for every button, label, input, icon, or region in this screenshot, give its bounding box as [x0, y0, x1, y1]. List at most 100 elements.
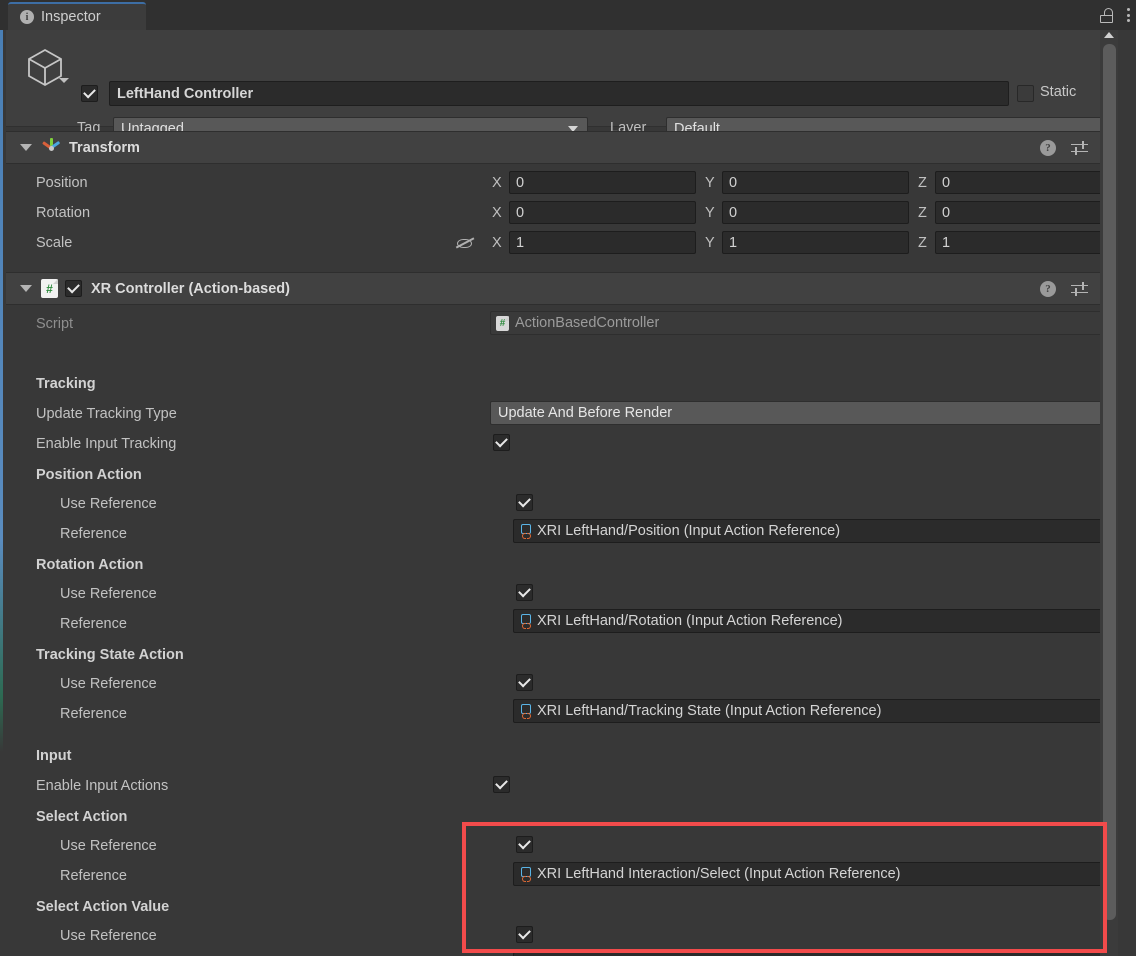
eye-off-icon[interactable]: [455, 236, 475, 250]
row-label-scale: Scale: [36, 231, 72, 255]
row-label-reference: Reference: [60, 526, 127, 542]
tab-bar-actions: [1100, 0, 1130, 30]
tab-inspector[interactable]: i Inspector: [8, 2, 146, 30]
position-use-reference-checkbox[interactable]: [516, 494, 533, 511]
row-label-use-reference: Use Reference: [60, 586, 157, 602]
tracking-state-reference-field[interactable]: XRI LeftHand/Tracking State (Input Actio…: [513, 699, 1118, 723]
transform-gizmo-icon: [41, 137, 61, 158]
position-reference-field[interactable]: XRI LeftHand/Position (Input Action Refe…: [513, 519, 1118, 543]
info-icon: i: [20, 10, 34, 24]
axis-label-x: X: [492, 235, 502, 251]
component-enabled-checkbox[interactable]: [65, 280, 82, 297]
tracking-state-reference-value: XRI LeftHand/Tracking State (Input Actio…: [537, 703, 882, 719]
scale-z-field[interactable]: 1: [935, 231, 1118, 254]
axis-label-y: Y: [705, 205, 715, 221]
group-label-select-action-value: Select Action Value: [36, 899, 170, 915]
xri-action-reference-icon: [520, 866, 535, 882]
position-z-field[interactable]: 0: [935, 171, 1118, 194]
preset-settings-icon[interactable]: [1071, 140, 1088, 155]
scroll-up-arrow-icon[interactable]: [1104, 32, 1114, 38]
tracking-state-use-reference-checkbox[interactable]: [516, 674, 533, 691]
select-value-use-reference-checkbox[interactable]: [516, 926, 533, 943]
axis-label-z: Z: [918, 235, 927, 251]
row-label-rotation: Rotation: [36, 201, 90, 225]
select-use-reference-checkbox[interactable]: [516, 836, 533, 853]
select-value-reference-field[interactable]: XRI LeftHand Interaction/Select Value (I…: [513, 952, 1118, 956]
help-icon[interactable]: ?: [1040, 280, 1056, 297]
row-label-use-reference: Use Reference: [60, 676, 157, 692]
row-label-use-reference: Use Reference: [60, 838, 157, 854]
rotation-reference-field[interactable]: XRI LeftHand/Rotation (Input Action Refe…: [513, 609, 1118, 633]
component-header-xr-controller[interactable]: # XR Controller (Action-based) ?: [6, 272, 1118, 305]
object-icon-dropdown-caret[interactable]: [59, 78, 69, 83]
label-rotation: Rotation: [36, 205, 91, 221]
label-script: Script: [36, 316, 74, 332]
xri-action-reference-icon: [520, 703, 535, 719]
update-tracking-type-value: Update And Before Render: [498, 405, 673, 421]
enable-input-tracking-checkbox[interactable]: [493, 434, 510, 451]
inspector-window: i Inspector LeftHand Controller Static T…: [0, 0, 1136, 956]
group-label-input: Input: [36, 748, 72, 764]
tab-inspector-label: Inspector: [41, 9, 101, 25]
static-checkbox[interactable]: [1017, 85, 1034, 102]
group-label-position-action: Position Action: [36, 467, 142, 483]
row-label-use-reference: Use Reference: [60, 496, 157, 512]
label-scale: Scale: [36, 235, 73, 251]
csharp-script-icon: #: [41, 279, 58, 298]
axis-label-y: Y: [705, 235, 715, 251]
vertical-scrollbar[interactable]: [1100, 30, 1118, 956]
select-reference-value: XRI LeftHand Interaction/Select (Input A…: [537, 866, 901, 882]
rotation-x-field[interactable]: 0: [509, 201, 696, 224]
component-title-xr-controller: XR Controller (Action-based): [91, 280, 290, 297]
xri-action-reference-icon: [520, 613, 535, 629]
select-reference-field[interactable]: XRI LeftHand Interaction/Select (Input A…: [513, 862, 1118, 886]
rotation-use-reference-checkbox[interactable]: [516, 584, 533, 601]
foldout-arrow-transform[interactable]: [20, 144, 32, 151]
scale-x-field[interactable]: 1: [509, 231, 696, 254]
row-label-reference: Reference: [60, 706, 127, 722]
axis-label-y: Y: [705, 175, 715, 191]
rotation-z-field[interactable]: 0: [935, 201, 1118, 224]
object-header: LeftHand Controller Static Tag Untagged …: [6, 30, 1118, 140]
object-enabled-checkbox[interactable]: [81, 85, 98, 102]
kebab-menu-icon[interactable]: [1127, 8, 1130, 22]
script-field: # ActionBasedController: [490, 311, 1118, 335]
preset-settings-icon[interactable]: [1071, 281, 1088, 296]
row-label-position: Position: [36, 171, 88, 195]
scale-y-field[interactable]: 1: [722, 231, 909, 254]
axis-label-z: Z: [918, 175, 927, 191]
position-y-field[interactable]: 0: [722, 171, 909, 194]
axis-label-z: Z: [918, 205, 927, 221]
update-tracking-type-dropdown[interactable]: Update And Before Render: [490, 401, 1118, 425]
group-label-tracking: Tracking: [36, 376, 96, 392]
inspector-body: LeftHand Controller Static Tag Untagged …: [0, 30, 1136, 956]
xri-action-reference-icon: [520, 523, 535, 539]
position-reference-value: XRI LeftHand/Position (Input Action Refe…: [537, 523, 841, 539]
foldout-arrow-xr-controller[interactable]: [20, 285, 32, 292]
row-label-enable-input-actions: Enable Input Actions: [36, 778, 169, 794]
inspector-content: LeftHand Controller Static Tag Untagged …: [3, 30, 1118, 956]
row-label-reference: Reference: [60, 616, 127, 632]
axis-label-x: X: [492, 205, 502, 221]
static-label: Static: [1040, 84, 1077, 100]
position-x-field[interactable]: 0: [509, 171, 696, 194]
scrollbar-thumb[interactable]: [1103, 44, 1116, 920]
csharp-script-icon: #: [496, 315, 509, 331]
component-header-actions: ?: [1040, 132, 1106, 163]
lock-icon[interactable]: [1100, 7, 1113, 23]
script-value: ActionBasedController: [515, 315, 660, 331]
object-name-field[interactable]: LeftHand Controller: [109, 81, 1009, 106]
group-label-select-action: Select Action: [36, 809, 128, 825]
rotation-y-field[interactable]: 0: [722, 201, 909, 224]
label-position: Position: [36, 175, 88, 191]
row-label-use-reference: Use Reference: [60, 928, 157, 944]
group-label-rotation-action: Rotation Action: [36, 557, 144, 573]
help-icon[interactable]: ?: [1040, 139, 1056, 156]
row-label-enable-input-tracking: Enable Input Tracking: [36, 436, 177, 452]
rotation-reference-value: XRI LeftHand/Rotation (Input Action Refe…: [537, 613, 843, 629]
group-label-tracking-state-action: Tracking State Action: [36, 647, 184, 663]
component-header-transform[interactable]: Transform ?: [6, 131, 1118, 164]
row-label-reference: Reference: [60, 868, 127, 884]
enable-input-actions-checkbox[interactable]: [493, 776, 510, 793]
component-header-actions: ?: [1040, 273, 1106, 304]
